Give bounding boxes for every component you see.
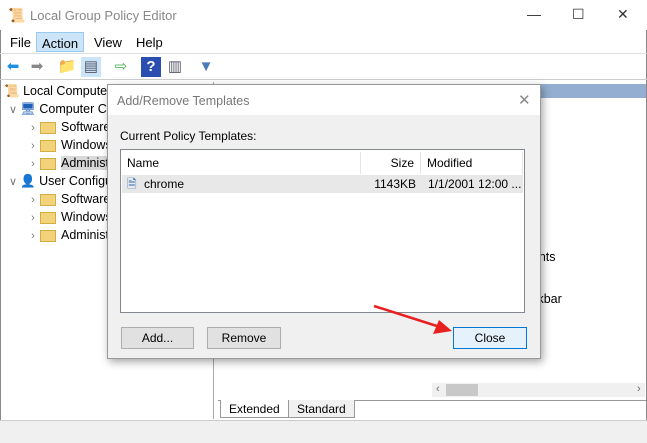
arrow-head bbox=[433, 320, 452, 334]
annotation-arrow bbox=[373, 304, 452, 334]
arrow-shaft bbox=[373, 304, 441, 329]
